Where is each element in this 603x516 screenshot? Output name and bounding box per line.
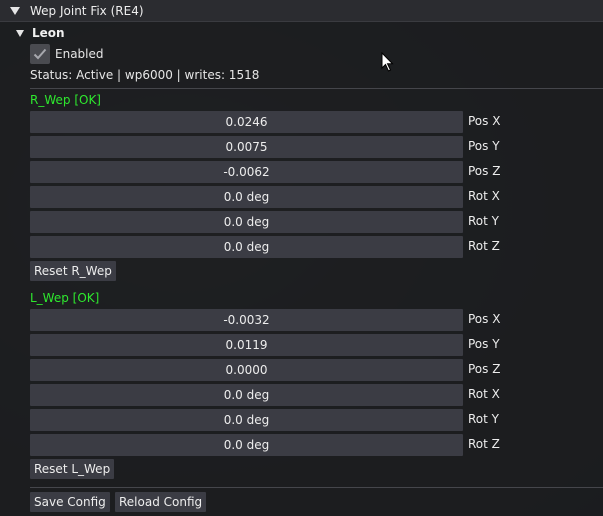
l-wep-rot-x-slider[interactable]: 0.0 deg <box>30 384 463 406</box>
r-wep-pos-y-slider[interactable]: 0.0075 <box>30 136 463 158</box>
r-wep-rot-y-row: 0.0 deg Rot Y <box>30 211 603 233</box>
enabled-label: Enabled <box>55 47 104 61</box>
l-wep-pos-y-slider[interactable]: 0.0119 <box>30 334 463 356</box>
r-wep-pos-x-slider[interactable]: 0.0246 <box>30 111 463 133</box>
l-wep-rot-y-slider[interactable]: 0.0 deg <box>30 409 463 431</box>
l-wep-pos-x-label: Pos X <box>468 312 501 326</box>
checkmark-icon <box>33 48 47 60</box>
mouse-cursor-icon <box>381 52 394 72</box>
r-wep-rot-z-row: 0.0 deg Rot Z <box>30 236 603 258</box>
reload-config-button[interactable]: Reload Config <box>115 492 207 512</box>
l-wep-rot-z-slider[interactable]: 0.0 deg <box>30 434 463 456</box>
window-titlebar[interactable]: Wep Joint Fix (RE4) <box>0 0 603 22</box>
enabled-checkbox-row[interactable]: Enabled <box>30 44 104 64</box>
save-config-button[interactable]: Save Config <box>30 492 110 512</box>
l-wep-pos-z-slider[interactable]: 0.0000 <box>30 359 463 381</box>
r-wep-pos-y-label: Pos Y <box>468 139 500 153</box>
l-wep-rot-y-row: 0.0 deg Rot Y <box>30 409 603 431</box>
reset-l-wep-button[interactable]: Reset L_Wep <box>30 459 115 479</box>
l-wep-rot-z-label: Rot Z <box>468 437 500 451</box>
r-wep-rot-x-row: 0.0 deg Rot X <box>30 186 603 208</box>
l-wep-pos-x-row: -0.0032 Pos X <box>30 309 603 331</box>
r-wep-rot-z-label: Rot Z <box>468 239 500 253</box>
r-wep-rot-y-slider[interactable]: 0.0 deg <box>30 211 463 233</box>
l-wep-rot-y-label: Rot Y <box>468 412 499 426</box>
r-wep-rot-x-slider[interactable]: 0.0 deg <box>30 186 463 208</box>
r-wep-pos-z-row: -0.0062 Pos Z <box>30 161 603 183</box>
l-wep-header: L_Wep [OK] <box>30 291 100 305</box>
window-title: Wep Joint Fix (RE4) <box>30 3 144 18</box>
divider <box>30 88 603 89</box>
collapse-triangle-icon[interactable] <box>10 6 20 15</box>
enabled-checkbox[interactable] <box>30 44 50 64</box>
l-wep-pos-z-label: Pos Z <box>468 362 501 376</box>
l-wep-pos-x-slider[interactable]: -0.0032 <box>30 309 463 331</box>
r-wep-pos-x-row: 0.0246 Pos X <box>30 111 603 133</box>
l-wep-pos-y-label: Pos Y <box>468 337 500 351</box>
r-wep-rot-y-label: Rot Y <box>468 214 499 228</box>
l-wep-pos-z-row: 0.0000 Pos Z <box>30 359 603 381</box>
l-wep-pos-y-row: 0.0119 Pos Y <box>30 334 603 356</box>
r-wep-rot-z-slider[interactable]: 0.0 deg <box>30 236 463 258</box>
r-wep-pos-y-row: 0.0075 Pos Y <box>30 136 603 158</box>
mod-window: Wep Joint Fix (RE4) Leon Enabled Status:… <box>0 0 603 516</box>
reset-r-wep-button[interactable]: Reset R_Wep <box>30 261 116 281</box>
r-wep-pos-z-slider[interactable]: -0.0062 <box>30 161 463 183</box>
r-wep-rot-x-label: Rot X <box>468 189 500 203</box>
l-wep-rot-x-row: 0.0 deg Rot X <box>30 384 603 406</box>
tree-node-label: Leon <box>32 26 65 40</box>
r-wep-pos-x-label: Pos X <box>468 114 501 128</box>
r-wep-header: R_Wep [OK] <box>30 93 101 107</box>
divider <box>30 487 603 488</box>
tree-expand-triangle-icon[interactable] <box>16 29 24 37</box>
l-wep-rot-x-label: Rot X <box>468 387 500 401</box>
tree-node-leon[interactable]: Leon <box>16 25 65 41</box>
r-wep-pos-z-label: Pos Z <box>468 164 501 178</box>
l-wep-rot-z-row: 0.0 deg Rot Z <box>30 434 603 456</box>
status-text: Status: Active | wp6000 | writes: 1518 <box>30 68 260 82</box>
